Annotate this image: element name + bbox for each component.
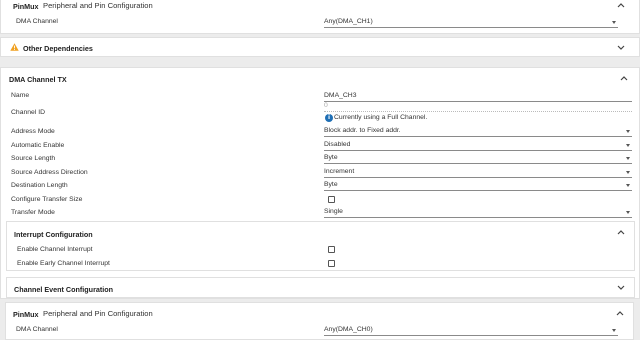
source-length-value: Byte xyxy=(324,154,338,161)
destination-length-value: Byte xyxy=(324,181,338,188)
enable-channel-interrupt-checkbox[interactable] xyxy=(328,246,335,253)
pinmux-top-collapse-chevron-up-icon[interactable] xyxy=(617,2,625,8)
interrupt-configuration-card: Interrupt Configuration Enable Channel I… xyxy=(6,221,635,271)
name-input[interactable]: DMA_CH3 xyxy=(324,91,632,102)
channel-id-value: 0 xyxy=(324,102,328,109)
interrupt-configuration-title: Interrupt Configuration xyxy=(14,230,93,239)
enable-early-channel-interrupt-checkbox[interactable] xyxy=(328,260,335,267)
automatic-enable-label: Automatic Enable xyxy=(11,142,65,149)
dropdown-arrow-icon xyxy=(626,184,630,187)
pinmux-top-subtitle: Peripheral and Pin Configuration xyxy=(43,1,153,10)
dropdown-arrow-icon xyxy=(626,171,630,174)
pinmux-top-dma-channel-label: DMA Channel xyxy=(16,18,58,25)
dma-channel-tx-title: DMA Channel TX xyxy=(9,75,67,84)
pinmux-bottom-collapse-chevron-up-icon[interactable] xyxy=(616,310,624,316)
interrupt-configuration-collapse-chevron-up-icon[interactable] xyxy=(617,229,625,235)
other-dependencies-title: Other Dependencies xyxy=(23,44,93,53)
dropdown-arrow-icon xyxy=(612,21,616,24)
channel-event-configuration-card[interactable]: Channel Event Configuration xyxy=(6,277,635,298)
dma-channel-tx-card: DMA Channel TX Name DMA_CH3 Channel ID 0… xyxy=(0,67,640,299)
info-icon: i xyxy=(325,114,333,122)
address-mode-value: Block addr. to Fixed addr. xyxy=(324,127,401,134)
pinmux-bottom-dma-channel-select[interactable]: Any(DMA_CH0) xyxy=(324,325,618,336)
pinmux-bottom-card: PinMux Peripheral and Pin Configuration … xyxy=(5,302,634,340)
channel-event-configuration-expand-chevron-down-icon[interactable] xyxy=(617,285,625,291)
warning-icon xyxy=(10,43,19,51)
pinmux-bottom-subtitle: Peripheral and Pin Configuration xyxy=(43,309,153,318)
configure-transfer-size-checkbox[interactable] xyxy=(328,196,335,203)
name-label: Name xyxy=(11,92,30,99)
transfer-mode-label: Transfer Mode xyxy=(11,209,55,216)
dropdown-arrow-icon xyxy=(626,130,630,133)
transfer-mode-select[interactable]: Single xyxy=(324,207,632,218)
dma-channel-tx-collapse-chevron-up-icon[interactable] xyxy=(620,75,628,81)
enable-channel-interrupt-label: Enable Channel Interrupt xyxy=(17,246,93,253)
pinmux-bottom-dma-channel-label: DMA Channel xyxy=(16,326,58,333)
dropdown-arrow-icon xyxy=(612,329,616,332)
transfer-mode-value: Single xyxy=(324,208,343,215)
pinmux-bottom-dma-channel-value: Any(DMA_CH0) xyxy=(324,326,373,333)
configure-transfer-size-label: Configure Transfer Size xyxy=(11,196,83,203)
address-mode-label: Address Mode xyxy=(11,128,55,135)
pinmux-top-card: PinMux Peripheral and Pin Configuration … xyxy=(0,0,640,34)
dropdown-arrow-icon xyxy=(626,144,630,147)
source-length-label: Source Length xyxy=(11,155,56,162)
other-dependencies-expand-chevron-down-icon[interactable] xyxy=(617,45,625,51)
dropdown-arrow-icon xyxy=(626,157,630,160)
pinmux-bottom-title: PinMux xyxy=(13,310,39,319)
source-length-select[interactable]: Byte xyxy=(324,153,632,164)
channel-id-input: 0 xyxy=(324,102,632,112)
channel-id-info-text: Currently using a Full Channel. xyxy=(334,114,428,121)
source-address-direction-select[interactable]: Increment xyxy=(324,167,632,178)
pinmux-top-dma-channel-value: Any(DMA_CH1) xyxy=(324,18,373,25)
destination-length-select[interactable]: Byte xyxy=(324,180,632,191)
name-value: DMA_CH3 xyxy=(324,92,357,99)
enable-early-channel-interrupt-label: Enable Early Channel Interrupt xyxy=(17,260,110,267)
source-address-direction-value: Increment xyxy=(324,168,355,175)
dropdown-arrow-icon xyxy=(626,211,630,214)
automatic-enable-select[interactable]: Disabled xyxy=(324,140,632,151)
channel-id-label: Channel ID xyxy=(11,109,46,116)
destination-length-label: Destination Length xyxy=(11,182,68,189)
pinmux-top-dma-channel-select[interactable]: Any(DMA_CH1) xyxy=(324,17,618,28)
automatic-enable-value: Disabled xyxy=(324,141,351,148)
address-mode-select[interactable]: Block addr. to Fixed addr. xyxy=(324,126,632,137)
other-dependencies-card[interactable]: Other Dependencies xyxy=(0,37,640,57)
channel-event-configuration-title: Channel Event Configuration xyxy=(14,285,114,294)
source-address-direction-label: Source Address Direction xyxy=(11,169,88,176)
pinmux-top-title: PinMux xyxy=(13,2,39,11)
